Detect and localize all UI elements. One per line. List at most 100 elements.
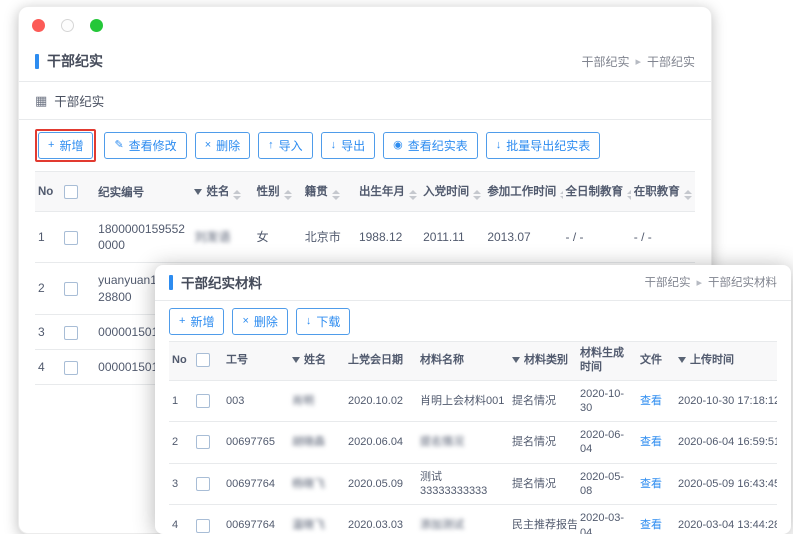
add-button[interactable]: + 新增 [38,132,93,159]
select-all-checkbox[interactable] [64,185,78,199]
view-edit-button[interactable]: ✎ 查看修改 [104,132,186,159]
cell-meeting-date: 2020.10.02 [345,380,417,422]
sort-icon [332,190,340,200]
sort-icon [560,190,562,200]
row-checkbox[interactable] [196,519,210,533]
delete-button[interactable]: × 删除 [195,132,250,159]
title-accent-bar [35,54,39,69]
maximize-window-button[interactable] [90,19,103,32]
download-icon: ↓ [306,316,312,327]
row-checkbox[interactable] [196,435,210,449]
view-record-table-button[interactable]: ◉ 查看纪实表 [383,132,478,159]
cell-material-name: 提名情况 [417,422,509,464]
page-title: 干部纪实 [35,51,103,71]
cell-file: 查看 [637,505,675,534]
material-panel-header: 干部纪实材料 干部纪实 ▸ 干部纪实材料 [155,265,791,301]
close-window-button[interactable] [32,19,45,32]
delete-material-button[interactable]: × 删除 [232,308,287,335]
cell-select [61,314,95,349]
col-native-place[interactable]: 籍贯 [302,172,356,212]
col-file: 文件 [637,342,675,381]
download-material-button[interactable]: ↓ 下载 [296,308,351,335]
view-file-link[interactable]: 查看 [640,519,662,531]
view-file-link[interactable]: 查看 [640,436,662,448]
download-icon: ↓ [331,140,337,151]
material-title-text: 干部纪实材料 [181,272,262,292]
cell-material-type: 民主推荐报告 [509,505,577,534]
view-file-link[interactable]: 查看 [640,395,662,407]
material-panel: 干部纪实材料 干部纪实 ▸ 干部纪实材料 + 新增 × 删除 ↓ 下载 [155,265,791,534]
import-button[interactable]: ↑ 导入 [258,132,313,159]
cell-select [61,349,95,384]
row-checkbox[interactable] [64,361,78,375]
cell-material-type: 提名情况 [509,463,577,505]
cell-emp-id: 00697764 [223,463,289,505]
col-material-type[interactable]: 材料类别 [509,342,577,381]
plus-icon: + [179,316,185,327]
col-birth[interactable]: 出生年月 [356,172,420,212]
view-file-link[interactable]: 查看 [640,478,662,490]
cell-name: 胡晓森 [289,422,345,464]
minimize-window-button[interactable] [61,19,74,32]
breadcrumb-item[interactable]: 干部纪实 [644,274,690,290]
cell-name: 肖明 [289,380,345,422]
table-row: 3 00697764 杨晓飞 2020.05.09 测试33333333333 … [169,463,777,505]
sort-icon [233,190,241,200]
cell-select [193,463,223,505]
row-checkbox[interactable] [64,231,78,245]
cell-file: 查看 [637,380,675,422]
edit-icon: ✎ [114,140,123,151]
select-all-checkbox[interactable] [196,353,210,367]
add-material-button[interactable]: + 新增 [169,308,224,335]
cell-uploaded: 2020-06-04 16:59:51 [675,422,777,464]
plus-icon: + [48,140,54,151]
export-button[interactable]: ↓ 导出 [321,132,376,159]
cell-material-type: 提名情况 [509,422,577,464]
cell-file: 查看 [637,422,675,464]
sort-icon [284,190,292,200]
sort-icon [684,190,692,200]
row-checkbox[interactable] [196,394,210,408]
batch-export-button[interactable]: ↓ 批量导出纪实表 [486,132,601,159]
cell-uploaded: 2020-10-30 17:18:12 [675,380,777,422]
cell-generated: 2020-06-04 [577,422,637,464]
upload-icon: ↑ [268,140,274,151]
eye-icon: ◉ [393,140,403,151]
cell-uploaded: 2020-03-04 13:44:28 [675,505,777,534]
cell-material-name: 添加测试 [417,505,509,534]
filter-icon [194,189,202,195]
col-material-name: 材料名称 [417,342,509,381]
table-row: 2 00697765 胡晓森 2020.06.04 提名情况 提名情况 2020… [169,422,777,464]
cell-no: 1 [35,212,61,263]
row-checkbox[interactable] [196,477,210,491]
cell-select [193,505,223,534]
cell-emp-id: 003 [223,380,289,422]
col-fulltime-edu[interactable]: 全日制教育 [563,172,631,212]
cell-uploaded: 2020-05-09 16:43:45 [675,463,777,505]
cell-material-type: 提名情况 [509,380,577,422]
col-name[interactable]: 姓名 [191,172,253,212]
breadcrumb: 干部纪实 ▸ 干部纪实 [581,53,695,70]
cell-emp-id: 00697764 [223,505,289,534]
main-panel-header: 干部纪实 干部纪实 ▸ 干部纪实 [19,43,711,82]
cell-no: 3 [169,463,193,505]
table-row: 4 00697764 温晓飞 2020.03.03 添加测试 民主推荐报告 20… [169,505,777,534]
row-checkbox[interactable] [64,282,78,296]
cell-generated: 2020-05-08 [577,463,637,505]
table-grid-icon: ▦ [35,93,47,109]
breadcrumb-item[interactable]: 干部纪实 [581,53,629,70]
col-uploaded[interactable]: 上传时间 [675,342,777,381]
row-checkbox[interactable] [64,326,78,340]
breadcrumb-separator-icon: ▸ [696,276,702,289]
col-onjob-edu[interactable]: 在职教育 [631,172,695,212]
material-breadcrumb: 干部纪实 ▸ 干部纪实材料 [644,274,777,290]
col-party-date[interactable]: 入党时间 [420,172,484,212]
col-gender[interactable]: 性别 [254,172,302,212]
table-row: 1 003 肖明 2020.10.02 肖明上会材料001 提名情况 2020-… [169,380,777,422]
col-work-date[interactable]: 参加工作时间 [484,172,562,212]
table-header-row: No 工号 姓名 上党会日期 材料名称 材料类别 材料生成时间 文件 上传时间 [169,342,777,381]
col-name[interactable]: 姓名 [289,342,345,381]
filter-icon [678,357,686,363]
cell-no: 2 [169,422,193,464]
col-select [193,342,223,381]
